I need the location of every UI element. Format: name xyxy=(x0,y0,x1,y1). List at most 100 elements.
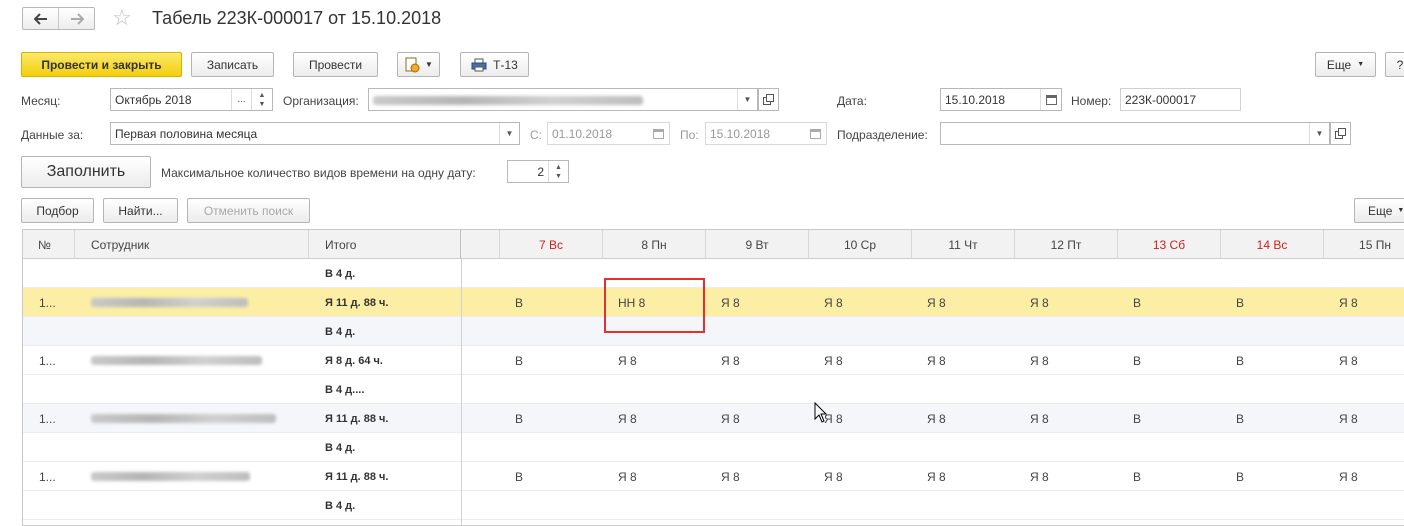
day-cell[interactable]: Я 8 xyxy=(1030,462,1049,491)
save-button[interactable]: Записать xyxy=(191,52,274,77)
data-for-field[interactable]: Первая половина месяца ▼ xyxy=(110,122,520,145)
day-cell[interactable]: Я 8 xyxy=(1339,346,1358,375)
day-cell[interactable]: Я 8 xyxy=(1030,288,1049,317)
day-cell[interactable]: В xyxy=(1236,404,1244,433)
day-cell[interactable]: В xyxy=(515,404,523,433)
department-open-button[interactable] xyxy=(1330,122,1351,145)
column-header-day[interactable]: 13 Сб xyxy=(1118,230,1221,259)
row-number: 1... xyxy=(39,295,56,310)
department-field[interactable]: ▼ xyxy=(940,122,1330,145)
day-cell[interactable]: Я 8 xyxy=(618,462,637,491)
column-header-day[interactable]: 7 Вс xyxy=(500,230,603,259)
day-cell[interactable]: В xyxy=(1133,462,1141,491)
organization-dropdown-button[interactable]: ▼ xyxy=(737,89,757,110)
table-row[interactable]: В 4 д. xyxy=(23,317,1404,346)
day-cell[interactable]: Я 8 xyxy=(1030,404,1049,433)
help-button[interactable]: ? xyxy=(1385,52,1404,77)
column-header-num[interactable]: № xyxy=(23,230,75,259)
back-button[interactable] xyxy=(23,8,58,29)
select-button[interactable]: Подбор xyxy=(21,198,94,223)
day-cell[interactable]: Я 8 xyxy=(618,404,637,433)
table-row[interactable]: 1... Я 11 д. 88 ч. В Я 8Я 8Я 8Я 8Я 8ВВЯ 8 xyxy=(23,462,1404,491)
day-cell[interactable]: Я 8 xyxy=(1030,346,1049,375)
max-types-stepper[interactable]: ▲ ▼ xyxy=(548,161,568,182)
column-header-day[interactable]: 12 Пт xyxy=(1015,230,1118,259)
organization-open-button[interactable] xyxy=(758,88,779,111)
table-row[interactable]: В 4 д. xyxy=(23,259,1404,288)
table-more-button[interactable]: Еще ▼ xyxy=(1354,198,1404,223)
day-cell[interactable]: Я 8 xyxy=(1339,288,1358,317)
column-header-day[interactable]: 14 Вс xyxy=(1221,230,1324,259)
table-row[interactable]: В 4 д.... xyxy=(23,375,1404,404)
post-button[interactable]: Провести xyxy=(293,52,378,77)
cancel-search-button: Отменить поиск xyxy=(187,198,310,223)
day-cell[interactable]: В xyxy=(1236,288,1244,317)
day-cell[interactable]: В xyxy=(1133,404,1141,433)
day-cell[interactable]: Я 8 xyxy=(721,462,740,491)
create-based-on-button[interactable]: ▼ xyxy=(397,52,440,77)
max-types-field[interactable]: 2 ▲ ▼ xyxy=(507,160,569,183)
day-cell[interactable]: Я 8 xyxy=(927,462,946,491)
row-total: В 4 д.... xyxy=(325,383,365,396)
fill-button[interactable]: Заполнить xyxy=(21,156,151,188)
day-cell[interactable]: В xyxy=(1236,346,1244,375)
day-cell[interactable]: В xyxy=(515,288,523,317)
day-cell[interactable]: Я 8 xyxy=(618,346,637,375)
column-header-day[interactable]: 9 Вт xyxy=(706,230,809,259)
column-header-day[interactable]: 15 Пн xyxy=(1324,230,1404,259)
employee-name-redacted[interactable] xyxy=(91,288,248,317)
day-cell[interactable]: В xyxy=(1236,462,1244,491)
month-stepper[interactable]: ▲ ▼ xyxy=(251,89,272,110)
organization-field[interactable]: ▼ xyxy=(368,88,758,111)
department-dropdown-button[interactable]: ▼ xyxy=(1309,123,1329,144)
day-cell[interactable]: В xyxy=(1133,288,1141,317)
data-for-dropdown-button[interactable]: ▼ xyxy=(499,123,519,144)
table-row[interactable]: 1... Я 11 д. 88 ч. В НН 8Я 8Я 8Я 8Я 8ВВЯ 8 xyxy=(23,288,1404,317)
month-select-button[interactable]: ... xyxy=(231,89,251,110)
post-and-close-button[interactable]: Провести и закрыть xyxy=(21,52,182,77)
favorite-star-icon[interactable]: ☆ xyxy=(112,7,132,29)
day-cell[interactable]: В xyxy=(1133,346,1141,375)
date-label: Дата: xyxy=(837,94,867,108)
employee-name-redacted[interactable] xyxy=(91,404,276,433)
employee-name-redacted[interactable] xyxy=(91,462,250,491)
day-cell[interactable]: В xyxy=(515,462,523,491)
find-button[interactable]: Найти... xyxy=(103,198,178,223)
column-header-day[interactable]: 11 Чт xyxy=(912,230,1015,259)
day-cell[interactable]: Я 8 xyxy=(721,346,740,375)
document-create-icon xyxy=(405,57,420,72)
day-cell[interactable]: Я 8 xyxy=(824,462,843,491)
to-label: По: xyxy=(680,128,699,142)
employee-name-redacted[interactable] xyxy=(91,346,262,375)
table-row[interactable]: 1... Я 8 д. 64 ч. В Я 8 Я 8 Я 8 Я 8 Я 8 В В Я 8 xyxy=(23,346,1404,375)
day-cell[interactable]: Я 8 xyxy=(721,404,740,433)
to-date-value: 15.10.2018 xyxy=(710,127,771,141)
day-cell[interactable]: Я 8 xyxy=(927,404,946,433)
print-t13-button[interactable]: Т-13 xyxy=(460,52,529,77)
day-cell[interactable]: Я 8 xyxy=(927,288,946,317)
table-row[interactable]: В 4 д. xyxy=(23,491,1404,520)
day-cell[interactable]: Я 8 xyxy=(1339,462,1358,491)
column-header-total[interactable]: Итого xyxy=(309,230,461,259)
row-number: 1... xyxy=(39,353,56,368)
month-field[interactable]: Октябрь 2018 ... ▲ ▼ xyxy=(110,88,273,111)
table-row[interactable]: В 4 д. xyxy=(23,433,1404,462)
arrow-right-icon xyxy=(70,12,84,25)
column-header-day[interactable]: 10 Ср xyxy=(809,230,912,259)
date-calendar-button[interactable] xyxy=(1040,89,1061,110)
date-field[interactable]: 15.10.2018 xyxy=(940,88,1062,111)
column-header-employee[interactable]: Сотрудник xyxy=(75,230,309,259)
day-cell[interactable]: Я 8 xyxy=(927,346,946,375)
row-total: В 4 д. xyxy=(325,267,356,280)
day-cell[interactable]: Я 8 xyxy=(824,288,843,317)
forward-button[interactable] xyxy=(58,8,94,29)
more-actions-button[interactable]: Еще ▼ xyxy=(1315,52,1376,77)
day-cell[interactable]: Я 8 xyxy=(1339,404,1358,433)
calendar-icon xyxy=(653,128,664,139)
day-cell[interactable]: Я 8 xyxy=(824,346,843,375)
day-cell[interactable]: В xyxy=(515,346,523,375)
table-row[interactable]: 1... Я 11 д. 88 ч. В Я 8Я 8Я 8Я 8Я 8ВВЯ 8 xyxy=(23,404,1404,433)
column-header-day[interactable]: 8 Пн xyxy=(603,230,706,259)
number-field[interactable]: 223К-000017 xyxy=(1120,88,1241,111)
day-cell[interactable]: Я 8 xyxy=(721,288,740,317)
